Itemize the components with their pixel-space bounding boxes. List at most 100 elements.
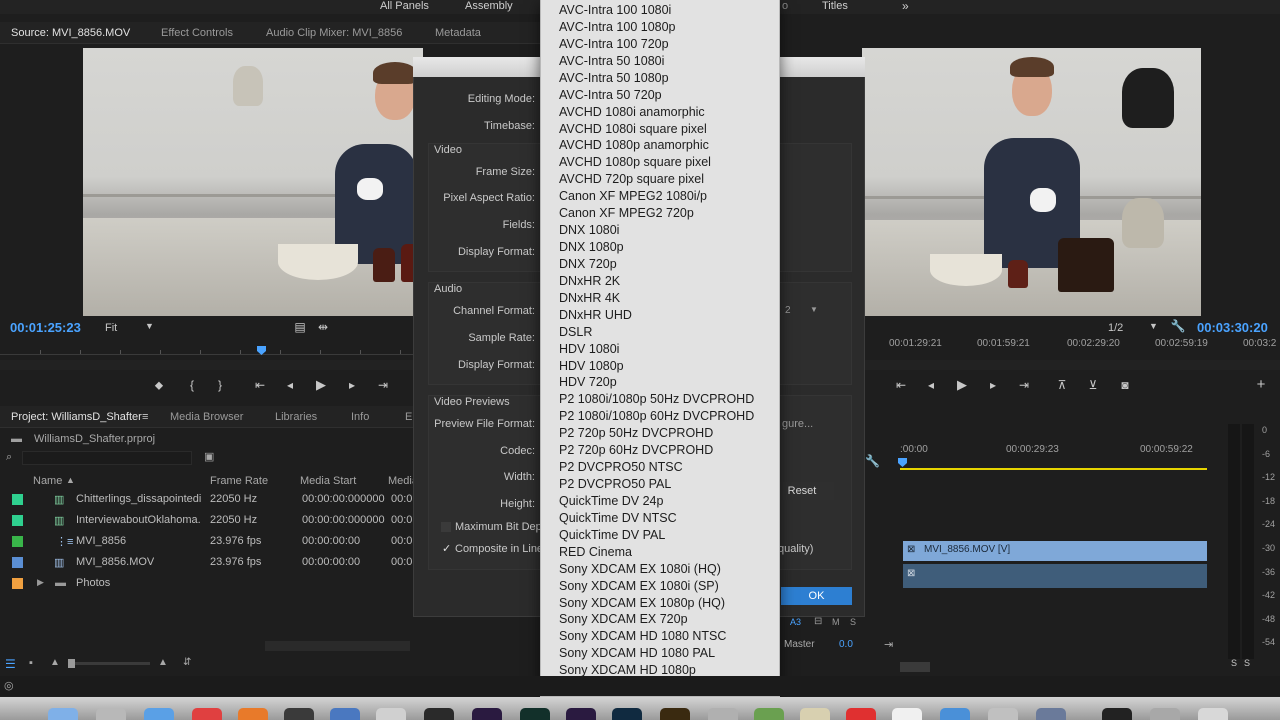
solo-button[interactable]: S <box>850 617 856 627</box>
dropdown-option[interactable]: AVC-Intra 50 720p <box>559 88 662 103</box>
app-slate-icon[interactable] <box>1036 708 1066 720</box>
go-to-in-icon[interactable]: ⇤ <box>892 378 910 392</box>
tab-overflow[interactable]: E <box>405 411 412 423</box>
dropdown-option[interactable]: AVC-Intra 100 720p <box>559 37 669 52</box>
dropdown-option[interactable]: Sony XDCAM HD 1080 NTSC <box>559 629 726 644</box>
tab-source[interactable]: Source: MVI_8856.MOV <box>11 27 130 39</box>
search-icon[interactable]: ⌕ <box>6 451 12 464</box>
mark-out-icon[interactable]: } <box>211 378 229 392</box>
track-output-icon[interactable]: ⊟ <box>814 616 822 627</box>
app-dark-icon[interactable] <box>284 708 314 720</box>
dropdown-option[interactable]: AVCHD 1080i square pixel <box>559 122 707 137</box>
tab-audio-clip-mixer[interactable]: Audio Clip Mixer: MVI_8856 <box>266 27 402 39</box>
firefox-icon[interactable] <box>238 708 268 720</box>
app-green-icon[interactable] <box>754 708 784 720</box>
dropdown-option[interactable]: Sony XDCAM EX 1080i (SP) <box>559 579 719 594</box>
wrench-icon[interactable]: 🔧 <box>1169 319 1187 333</box>
track-a3-label[interactable]: A3 <box>790 617 801 627</box>
project-row[interactable]: ▥ Chitterlings_dissapointedi 22050 Hz 00… <box>0 489 412 510</box>
dropdown-option[interactable]: AVCHD 1080p anamorphic <box>559 138 709 153</box>
step-forward-icon[interactable]: ▸ <box>343 378 361 392</box>
channel-count-value[interactable]: 2 <box>785 305 791 316</box>
dropdown-option[interactable]: QuickTime DV 24p <box>559 494 663 509</box>
app-calendar-red-icon[interactable] <box>846 708 876 720</box>
dropdown-option[interactable]: Sony XDCAM EX 720p <box>559 612 688 627</box>
dropdown-option[interactable]: P2 720p 50Hz DVCPROHD <box>559 426 713 441</box>
play-icon[interactable]: ▶ <box>953 377 971 393</box>
tab-libraries[interactable]: Libraries <box>275 411 317 423</box>
dropdown-option[interactable]: DNX 720p <box>559 257 617 272</box>
tab-effect-controls[interactable]: Effect Controls <box>161 27 233 39</box>
extract-icon[interactable]: ⊻ <box>1084 378 1102 392</box>
solo-right-button[interactable]: S <box>1244 658 1250 668</box>
max-bit-depth-checkbox[interactable] <box>441 522 451 532</box>
disclosure-triangle-icon[interactable]: ▶ <box>37 577 44 588</box>
ok-button[interactable]: OK <box>781 587 852 605</box>
workspace-tab-partial[interactable]: o <box>782 0 788 12</box>
adobe-app-icon[interactable] <box>566 708 596 720</box>
source-timecode[interactable]: 00:01:25:23 <box>10 320 81 335</box>
wrench-icon[interactable]: 🔧 <box>865 454 880 468</box>
dropdown-option[interactable]: P2 DVCPRO50 PAL <box>559 477 671 492</box>
workspace-tab-titles[interactable]: Titles <box>822 0 848 12</box>
master-volume-value[interactable]: 0.0 <box>839 639 853 650</box>
dropdown-option[interactable]: AVC-Intra 100 1080p <box>559 20 676 35</box>
marker-icon[interactable]: ⬥ <box>150 378 168 393</box>
mark-in-icon[interactable]: { <box>183 378 201 392</box>
source-zoom-select[interactable]: Fit <box>105 322 117 334</box>
step-back-icon[interactable]: ◂ <box>281 378 299 392</box>
insert-export-icon[interactable]: ⇹ <box>314 320 332 334</box>
dropdown-option[interactable]: Sony XDCAM EX 1080i (HQ) <box>559 562 721 577</box>
sort-ascending-icon[interactable]: ▲ <box>66 475 75 485</box>
app-gear-icon[interactable] <box>708 708 738 720</box>
dropdown-option[interactable]: DSLR <box>559 325 592 340</box>
add-button-icon[interactable]: + <box>1252 376 1270 393</box>
search-input[interactable] <box>22 451 192 465</box>
dropdown-option[interactable]: DNX 1080p <box>559 240 624 255</box>
dropdown-option[interactable]: DNX 1080i <box>559 223 619 238</box>
chevron-down-icon[interactable]: ▼ <box>810 305 818 314</box>
go-to-in-icon[interactable]: ⇤ <box>251 378 269 392</box>
double-chevron-right-icon[interactable]: » <box>902 0 909 12</box>
program-resolution-select[interactable]: 1/2 <box>1108 322 1123 334</box>
dropdown-option[interactable]: Sony XDCAM EX 1080p (HQ) <box>559 596 725 611</box>
app-ps-icon[interactable] <box>940 708 970 720</box>
app-red-icon[interactable] <box>192 708 222 720</box>
app-grey-icon[interactable] <box>376 708 406 720</box>
program-timecode[interactable]: 00:03:30:20 <box>1197 320 1268 335</box>
sort-icon[interactable]: ⇵ <box>183 657 191 668</box>
chevron-down-icon[interactable]: ▼ <box>145 321 154 331</box>
source-scrollbar[interactable] <box>0 360 413 370</box>
dropdown-option[interactable]: AVCHD 1080p square pixel <box>559 155 711 170</box>
dropdown-option[interactable]: AVCHD 720p square pixel <box>559 172 704 187</box>
app-tan-icon[interactable] <box>800 708 830 720</box>
composite-checkbox[interactable]: ✓ <box>442 542 451 555</box>
illustrator-icon[interactable] <box>660 708 690 720</box>
dropdown-option[interactable]: Canon XF MPEG2 720p <box>559 206 694 221</box>
dropdown-option[interactable]: HDV 1080i <box>559 342 619 357</box>
project-horizontal-scrollbar[interactable] <box>265 641 410 651</box>
dropdown-option[interactable]: HDV 1080p <box>559 359 624 374</box>
dropdown-option[interactable]: DNxHR 4K <box>559 291 620 306</box>
tab-media-browser[interactable]: Media Browser <box>170 411 243 423</box>
camera-icon[interactable]: ◙ <box>1116 378 1134 392</box>
premiere-icon[interactable] <box>472 708 502 720</box>
dropdown-option[interactable]: HDV 720p <box>559 375 617 390</box>
step-forward-icon[interactable]: ▸ <box>984 378 1002 392</box>
zoom-slider-thumb[interactable] <box>68 659 75 668</box>
column-frame-rate[interactable]: Frame Rate <box>210 475 268 487</box>
column-name[interactable]: Name <box>33 475 62 487</box>
tab-metadata[interactable]: Metadata <box>435 27 481 39</box>
clapper-icon[interactable] <box>424 708 454 720</box>
chevron-down-icon[interactable]: ▼ <box>1149 321 1158 331</box>
project-row[interactable]: ▥ MVI_8856.MOV 23.976 fps 00:00:00:00 00… <box>0 552 412 573</box>
workspace-tab-assembly[interactable]: Assembly <box>465 0 513 12</box>
source-video-frame[interactable] <box>83 48 423 316</box>
solo-left-button[interactable]: S <box>1231 658 1237 668</box>
dropdown-option[interactable]: P2 DVCPRO50 NTSC <box>559 460 683 475</box>
new-bin-icon[interactable]: ▣ <box>204 450 214 463</box>
program-ruler[interactable]: 00:01:29:21 00:01:59:21 00:02:29:20 00:0… <box>862 338 1280 349</box>
program-scrollbar[interactable] <box>862 360 1280 370</box>
launchpad-icon[interactable] <box>96 708 126 720</box>
go-to-out-icon[interactable]: ⇥ <box>1015 378 1033 392</box>
